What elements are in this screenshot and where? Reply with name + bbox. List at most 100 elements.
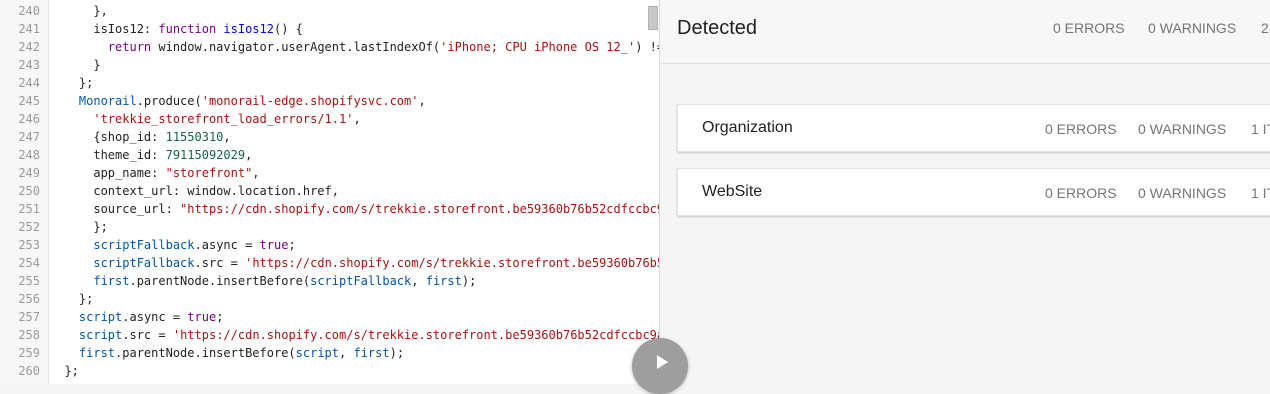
line-number: 245 bbox=[18, 94, 40, 108]
code-token: scriptFallback bbox=[310, 274, 412, 288]
code-line: 254 scriptFallback.src = 'https://cdn.sh… bbox=[0, 254, 660, 272]
result-card-items: 1 IT bbox=[1251, 185, 1270, 201]
code-token: Monorail bbox=[78, 94, 137, 108]
code-text: isIos12: function isIos12() { bbox=[50, 20, 303, 38]
code-text: } bbox=[50, 56, 101, 74]
code-token: , bbox=[411, 274, 426, 288]
code-token: 'https://cdn.shopify.com/s/trekkie.store… bbox=[245, 256, 660, 270]
code-line: 243 } bbox=[0, 56, 659, 74]
line-number: 259 bbox=[18, 346, 40, 360]
code-text: first.parentNode.insertBefore(script, fi… bbox=[50, 344, 404, 362]
code-token: }; bbox=[50, 364, 79, 378]
code-text: }; bbox=[50, 218, 107, 236]
code-token: .src = bbox=[122, 328, 173, 342]
code-token: first bbox=[78, 346, 116, 360]
code-text: scriptFallback.async = true; bbox=[50, 236, 296, 254]
code-token: app_name: bbox=[50, 166, 166, 180]
code-token: "storefront" bbox=[165, 166, 253, 180]
line-number: 248 bbox=[18, 148, 40, 162]
line-number: 249 bbox=[18, 166, 40, 180]
code-token: source_url: bbox=[50, 202, 181, 216]
result-card-warnings: 0 WARNINGS bbox=[1138, 185, 1227, 201]
code-line: 244 }; bbox=[0, 74, 659, 92]
result-card-title: WebSite bbox=[702, 183, 763, 200]
result-card-title: Organization bbox=[702, 119, 793, 136]
code-token: scriptFallback bbox=[93, 256, 195, 270]
code-line: 259 first.parentNode.insertBefore(script… bbox=[0, 344, 659, 362]
code-text: script.async = true; bbox=[50, 308, 224, 326]
result-card-warnings: 0 WARNINGS bbox=[1138, 121, 1227, 137]
code-token: return bbox=[107, 40, 152, 54]
line-number: 253 bbox=[18, 238, 40, 252]
code-text: 'trekkie_storefront_load_errors/1.1', bbox=[50, 110, 360, 128]
code-line: 242 return window.navigator.userAgent.la… bbox=[0, 38, 659, 56]
code-token: ); bbox=[461, 274, 477, 288]
code-line: 245 Monorail.produce('monorail-edge.shop… bbox=[0, 92, 659, 110]
code-token: }; bbox=[50, 76, 94, 90]
code-line: 253 scriptFallback.async = true; bbox=[0, 236, 659, 254]
code-token: , bbox=[339, 346, 354, 360]
code-token: , bbox=[418, 94, 426, 108]
result-card-website[interactable]: WebSite 0 ERRORS 0 WARNINGS 1 IT bbox=[677, 168, 1270, 216]
line-number: 243 bbox=[18, 58, 40, 72]
code-token: isIos12 bbox=[223, 22, 274, 36]
code-token: 'iPhone; CPU iPhone OS 12_' bbox=[440, 40, 636, 54]
code-text: script.src = 'https://cdn.shopify.com/s/… bbox=[50, 326, 659, 344]
code-line: 260 }; bbox=[0, 362, 659, 380]
code-token: first bbox=[353, 346, 390, 360]
code-line: 255 first .parentNode.insertBefore(script… bbox=[0, 272, 659, 290]
code-token: window.navigator.userAgent.lastIndexOf( bbox=[151, 40, 441, 54]
code-token: .async = bbox=[122, 310, 188, 324]
code-line: 240 }, bbox=[0, 2, 659, 20]
result-card-items: 1 IT bbox=[1251, 121, 1270, 137]
code-line: 247 {shop_id: 11550310, bbox=[0, 128, 659, 146]
code-token: .produce( bbox=[136, 94, 202, 108]
code-line: 251 source_url: "https://cdn.shopify.com… bbox=[0, 200, 659, 218]
code-token: theme_id: bbox=[50, 148, 166, 162]
line-number: 255 bbox=[18, 274, 40, 288]
code-token: } bbox=[50, 58, 101, 72]
code-token: script bbox=[78, 310, 123, 324]
code-text: }; bbox=[50, 74, 93, 92]
line-number: 260 bbox=[18, 364, 40, 378]
line-number: 258 bbox=[18, 328, 40, 342]
code-token: ; bbox=[216, 310, 224, 324]
code-text: context_url: window.location.href, bbox=[50, 182, 339, 200]
results-header: Detected 0 ERRORS 0 WARNINGS 2 bbox=[661, 0, 1270, 64]
run-button[interactable] bbox=[632, 338, 688, 394]
editor-scrollbar[interactable] bbox=[648, 6, 658, 30]
code-token: context_url: window.location.href, bbox=[50, 184, 339, 198]
line-number: 256 bbox=[18, 292, 40, 306]
code-token: function bbox=[158, 22, 217, 36]
items-count: 2 bbox=[1261, 20, 1269, 36]
errors-count: 0 ERRORS bbox=[1053, 20, 1125, 36]
code-token: }; bbox=[50, 292, 94, 306]
code-token: 11550310 bbox=[165, 130, 224, 144]
code-text: Monorail.produce('monorail-edge.shopifys… bbox=[50, 92, 426, 110]
code-token: () { bbox=[273, 22, 303, 36]
line-number: 246 bbox=[18, 112, 40, 126]
code-token: script bbox=[295, 346, 340, 360]
code-token: 79115092029 bbox=[165, 148, 246, 162]
play-icon bbox=[656, 355, 668, 369]
code-token: , bbox=[252, 166, 260, 180]
code-token: true bbox=[187, 310, 217, 324]
line-number: 247 bbox=[18, 130, 40, 144]
line-number: 257 bbox=[18, 310, 40, 324]
line-number: 251 bbox=[18, 202, 40, 216]
code-token: ; bbox=[288, 238, 296, 252]
result-card-organization[interactable]: Organization 0 ERRORS 0 WARNINGS 1 IT bbox=[677, 104, 1270, 152]
code-editor[interactable]: 240 }, 241 isIos12: function isIos12() {2… bbox=[0, 0, 660, 384]
code-token: }, bbox=[50, 4, 108, 18]
code-text: scriptFallback.src = 'https://cdn.shopif… bbox=[50, 254, 660, 272]
code-text: }; bbox=[50, 362, 79, 380]
code-token: .parentNode.insertBefore( bbox=[129, 274, 311, 288]
code-token: first bbox=[425, 274, 462, 288]
code-text: source_url: "https://cdn.shopify.com/s/t… bbox=[50, 200, 659, 218]
